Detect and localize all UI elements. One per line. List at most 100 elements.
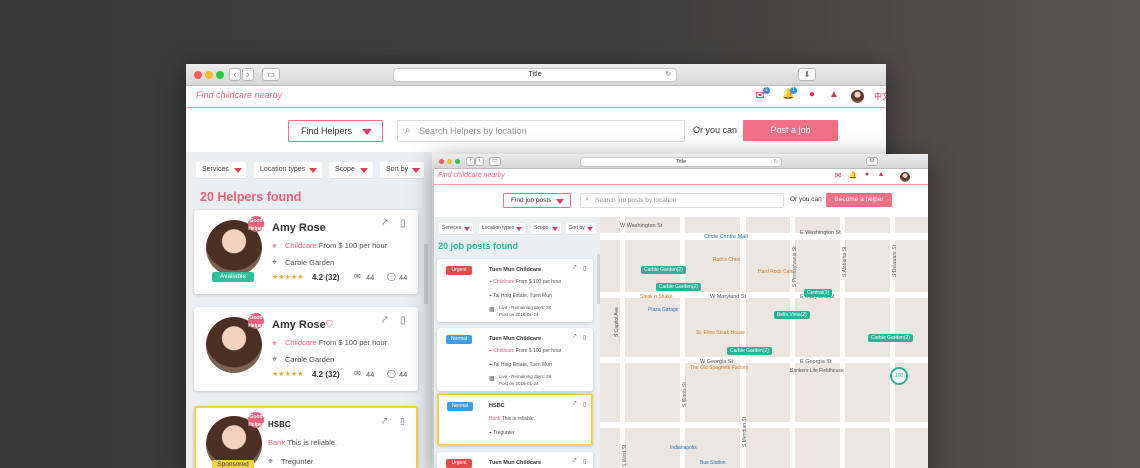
sponsored-job-card[interactable]: Normal HSBC ⤤ ▯ Bank This is reliable. ⌖… (437, 393, 593, 446)
filter-location-types[interactable]: Location types (479, 223, 525, 234)
bookmark-icon[interactable]: ▯ (400, 315, 406, 326)
bookmark-icon[interactable]: ▯ (583, 265, 586, 272)
map-marker[interactable]: Carble Garden(2) (727, 347, 772, 355)
mail-badge: 1 (763, 87, 770, 94)
helper-name[interactable]: Amy Rose (272, 319, 326, 331)
brand-tagline[interactable]: Find childcare nearby (438, 172, 505, 179)
calendar-icon: ▦ (489, 376, 495, 382)
mail-icon[interactable]: ✉ (833, 171, 843, 180)
settings-icon[interactable]: ⚙ (866, 157, 878, 166)
map-marker[interactable]: Carble Garden(2) (868, 334, 913, 342)
filter-sort-by[interactable]: Sort by (566, 223, 596, 234)
map-poi[interactable]: Bus Station (700, 460, 726, 466)
share-icon[interactable]: ⤤ (382, 416, 387, 427)
urgency-tag: Urgent (446, 459, 472, 468)
map-poi[interactable]: Indianapolis (670, 445, 697, 451)
map-marker[interactable]: Central(2) (804, 289, 833, 297)
user-avatar[interactable] (851, 90, 864, 103)
search-row: Find job posts ⌕ Search job posts by loc… (434, 185, 928, 217)
download-icon[interactable]: ⬇ (798, 68, 816, 81)
window-title: Title (675, 159, 687, 165)
job-post-card[interactable]: Urgent Tuen Mun Childcare ⤤ ▯ ⌖ Childcar… (437, 259, 593, 322)
minimize-window-button[interactable] (205, 71, 213, 79)
bell-icon[interactable]: 🔔 (848, 171, 858, 179)
brand-tagline[interactable]: Find childcare nearby (196, 90, 282, 100)
close-window-button[interactable] (439, 159, 444, 164)
map-marker[interactable]: Carble Garden(2) (641, 266, 686, 274)
service-price: From $ 100 per hour (515, 348, 562, 354)
map-marker[interactable]: Carble Garden(2) (656, 283, 701, 291)
filter-scope[interactable]: Scope (329, 162, 373, 178)
map-poi[interactable]: Circle Centre Mall (704, 234, 748, 240)
cluster-marker[interactable]: 100 (890, 367, 908, 385)
map-poi[interactable]: The Old Spaghetti Factory (690, 365, 748, 371)
location-search-input[interactable]: ⌕ Search Helpers by location (397, 120, 685, 142)
map-poi[interactable]: St. Elmo Steak House (696, 330, 745, 336)
rating-value: 4.2 (32) (312, 273, 340, 282)
sidebar-toggle-icon[interactable]: ▭ (262, 68, 280, 81)
share-icon[interactable]: ⤤ (573, 334, 576, 341)
helper-card[interactable]: Good Helper Amy Rose ⛉ ⤤ ▯ ⌖ Childcare F… (194, 307, 418, 391)
close-window-button[interactable] (194, 71, 202, 79)
back-nav-icon[interactable]: ‹ (466, 157, 475, 166)
map-poi[interactable]: Bankers Life Fieldhouse (790, 368, 844, 374)
bell-badge: 1 (790, 87, 797, 94)
map-poi[interactable]: Hard Rock Cafe (758, 269, 794, 275)
back-nav-icon[interactable]: ‹ (229, 68, 241, 81)
bookmark-icon[interactable]: ▯ (583, 458, 586, 465)
share-icon[interactable]: ⤤ (573, 458, 576, 465)
map-marker[interactable]: Bella Vista(2) (774, 311, 810, 319)
post-a-job-button[interactable]: Post a job (743, 120, 838, 141)
reload-icon[interactable]: ↻ (773, 158, 778, 166)
results-scrollbar[interactable] (424, 244, 428, 304)
job-title[interactable]: Tuen Mun Childcare (489, 267, 541, 273)
share-icon[interactable]: ⤤ (573, 265, 576, 272)
share-icon[interactable]: ⤤ (573, 401, 576, 408)
filter-sort-by[interactable]: Sort by (380, 162, 424, 178)
map-view[interactable]: W Washington St E Washington St W Maryla… (600, 217, 928, 468)
job-title[interactable]: Tuen Mun Childcare (489, 460, 541, 466)
find-helpers-dropdown[interactable]: Find Helpers (288, 120, 383, 142)
zoom-window-button[interactable] (455, 159, 460, 164)
address-bar[interactable]: Title ↻ (393, 68, 677, 82)
bookmark-icon[interactable]: ▯ (400, 218, 406, 229)
filter-location-types[interactable]: Location types (254, 162, 322, 178)
chevron-down-icon (309, 168, 317, 173)
share-icon[interactable]: ⤤ (382, 315, 388, 326)
user-avatar[interactable] (900, 172, 910, 182)
helper-card[interactable]: Good Helper Available Amy Rose ⤤ ▯ ⌖ Chi… (194, 210, 418, 294)
become-helper-button[interactable]: Become a helper (826, 193, 892, 207)
job-title[interactable]: Tuen Mun Childcare (489, 336, 541, 342)
reload-icon[interactable]: ↻ (665, 69, 671, 81)
address-bar[interactable]: Title ↻ (580, 157, 782, 167)
language-switch[interactable]: 中文 (874, 91, 886, 102)
map-poi[interactable]: Ruth's Chris (713, 257, 740, 263)
zoom-window-button[interactable] (216, 71, 224, 79)
android-icon[interactable]: ▲ (876, 171, 886, 178)
apple-icon[interactable]: ● (806, 89, 818, 100)
service-line: ⌖ Childcare From $ 100 per hour (489, 348, 561, 354)
minimize-window-button[interactable] (447, 159, 452, 164)
location-search-input[interactable]: ⌕ Search job posts by location (580, 193, 784, 208)
find-job-posts-dropdown[interactable]: Find job posts (503, 193, 571, 208)
apple-icon[interactable]: ● (862, 171, 872, 178)
sidebar-toggle-icon[interactable]: ▭ (489, 157, 501, 166)
share-icon[interactable]: ⤤ (382, 218, 388, 229)
bookmark-icon[interactable]: ▯ (400, 416, 405, 427)
android-icon[interactable]: ▲ (828, 89, 840, 100)
job-post-card[interactable]: Normal Tuen Mun Childcare ⤤ ▯ ⌖ Childcar… (437, 328, 593, 391)
sponsor-name[interactable]: HSBC (268, 420, 291, 429)
job-post-card[interactable]: Urgent Tuen Mun Childcare ⤤ ▯ (437, 452, 593, 468)
bookmark-icon[interactable]: ▯ (583, 401, 586, 408)
helper-name[interactable]: Amy Rose (272, 222, 326, 234)
job-title[interactable]: HSBC (489, 403, 505, 409)
filter-services[interactable]: Services (196, 162, 246, 178)
forward-nav-icon[interactable]: › (242, 68, 254, 81)
filter-scope[interactable]: Scope (531, 223, 561, 234)
forward-nav-icon[interactable]: › (475, 157, 484, 166)
filter-services[interactable]: Services (439, 223, 473, 234)
bookmark-icon[interactable]: ▯ (583, 334, 586, 341)
map-poi[interactable]: Plaza Garage (648, 307, 679, 313)
sponsored-card[interactable]: Good Helper Sponsored HSBC ⤤ ▯ Bank This… (194, 406, 418, 468)
map-poi[interactable]: Steak n Shake (640, 294, 673, 300)
